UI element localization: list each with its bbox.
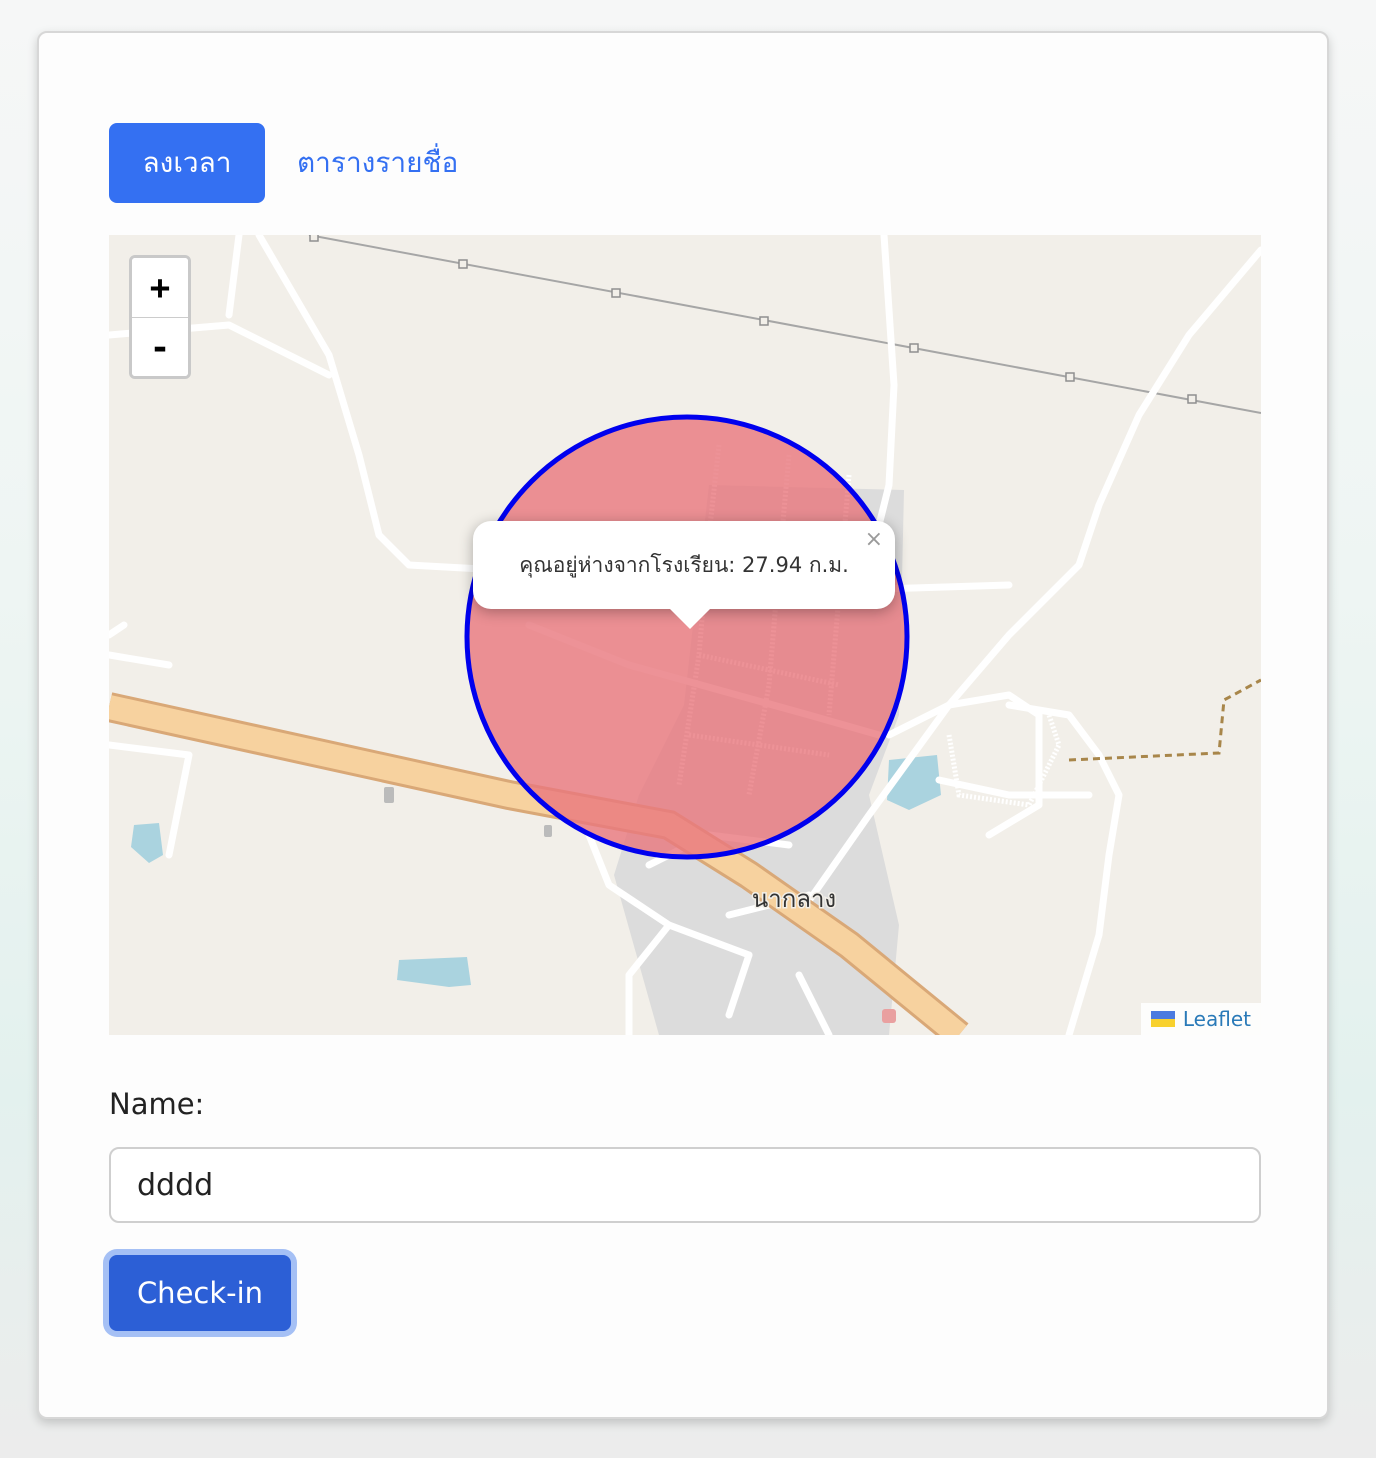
distance-circle bbox=[464, 414, 910, 860]
map-attribution: Leaflet bbox=[1140, 1003, 1261, 1035]
name-input[interactable] bbox=[109, 1147, 1261, 1223]
ukraine-flag-icon bbox=[1150, 1011, 1175, 1027]
zoom-out-button[interactable]: - bbox=[132, 318, 188, 376]
popup-text: คุณอยู่ห่างจากโรงเรียน: 27.94 ก.ม. bbox=[519, 552, 849, 577]
zoom-control: + - bbox=[129, 255, 191, 379]
tab-check-time[interactable]: ลงเวลา bbox=[109, 123, 265, 203]
map-view[interactable]: นากลาง + - คุณอยู่ห่างจากโรงเรียน: 27.94… bbox=[109, 235, 1261, 1035]
zoom-in-button[interactable]: + bbox=[132, 258, 188, 318]
checkin-button[interactable]: Check-in bbox=[109, 1255, 291, 1331]
tab-name-list[interactable]: ตารางรายชื่อ bbox=[297, 123, 458, 203]
name-label: Name: bbox=[109, 1087, 205, 1121]
map-place-label: นากลาง bbox=[752, 885, 836, 913]
distance-popup: คุณอยู่ห่างจากโรงเรียน: 27.94 ก.ม. × bbox=[473, 521, 895, 609]
checkin-card: ลงเวลา ตารางรายชื่อ นากลาง + - คุณอยู่ห่… bbox=[37, 31, 1329, 1419]
popup-tip bbox=[668, 607, 712, 629]
leaflet-link[interactable]: Leaflet bbox=[1183, 1007, 1251, 1031]
map-tiles: นากลาง bbox=[109, 235, 1261, 1035]
close-icon[interactable]: × bbox=[865, 527, 883, 552]
